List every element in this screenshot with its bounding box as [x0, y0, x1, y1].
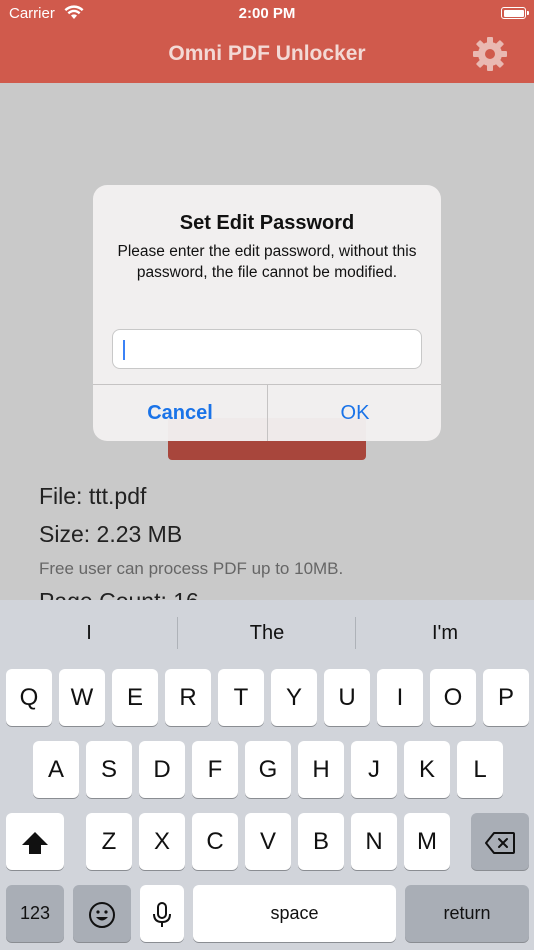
microphone-icon	[153, 901, 171, 927]
key-a[interactable]: A	[33, 741, 79, 798]
key-d[interactable]: D	[139, 741, 185, 798]
key-h[interactable]: H	[298, 741, 344, 798]
suggestion-3[interactable]: I'm	[356, 600, 534, 666]
key-n[interactable]: N	[351, 813, 397, 870]
password-dialog: Set Edit Password Please enter the edit …	[93, 185, 441, 441]
suggestion-2[interactable]: The	[178, 600, 356, 666]
key-f[interactable]: F	[192, 741, 238, 798]
key-b[interactable]: B	[298, 813, 344, 870]
key-x[interactable]: X	[139, 813, 185, 870]
nav-bar: Omni PDF Unlocker	[0, 28, 534, 83]
key-c[interactable]: C	[192, 813, 238, 870]
keyboard: I The I'm Q W E R T Y U I O P A S D F G …	[0, 600, 534, 950]
key-e[interactable]: E	[112, 669, 158, 726]
key-u[interactable]: U	[324, 669, 370, 726]
key-q[interactable]: Q	[6, 669, 52, 726]
emoji-icon	[89, 901, 115, 928]
free-user-note: Free user can process PDF up to 10MB.	[39, 559, 344, 578]
key-l[interactable]: L	[457, 741, 503, 798]
key-t[interactable]: T	[218, 669, 264, 726]
page-count: Page Count: 16	[39, 588, 199, 600]
file-name: File: ttt.pdf	[39, 483, 147, 509]
battery-icon	[501, 7, 529, 19]
key-y[interactable]: Y	[271, 669, 317, 726]
suggestion-1[interactable]: I	[0, 600, 178, 666]
password-input[interactable]	[112, 329, 422, 369]
key-k[interactable]: K	[404, 741, 450, 798]
backspace-icon	[485, 831, 515, 854]
key-i[interactable]: I	[377, 669, 423, 726]
space-key[interactable]: space	[193, 885, 396, 942]
app-title: Omni PDF Unlocker	[168, 42, 366, 65]
ok-button[interactable]: OK	[268, 385, 441, 441]
file-size: Size: 2.23 MB	[39, 521, 183, 547]
key-v[interactable]: V	[245, 813, 291, 870]
cancel-button[interactable]: Cancel	[93, 385, 267, 441]
status-bar: Carrier 2:00 PM	[0, 0, 534, 28]
shift-key[interactable]	[6, 813, 64, 870]
key-s[interactable]: S	[86, 741, 132, 798]
dictation-key[interactable]	[140, 885, 184, 942]
key-w[interactable]: W	[59, 669, 105, 726]
key-p[interactable]: P	[483, 669, 529, 726]
key-m[interactable]: M	[404, 813, 450, 870]
emoji-key[interactable]	[73, 885, 131, 942]
key-r[interactable]: R	[165, 669, 211, 726]
shift-icon	[22, 831, 48, 854]
key-o[interactable]: O	[430, 669, 476, 726]
key-z[interactable]: Z	[86, 813, 132, 870]
status-time: 2:00 PM	[238, 5, 296, 22]
numbers-key[interactable]: 123	[6, 885, 64, 942]
dialog-title: Set Edit Password	[179, 212, 355, 234]
gear-icon[interactable]	[470, 34, 510, 74]
dialog-message: Please enter the edit password, without …	[117, 243, 417, 281]
key-g[interactable]: G	[245, 741, 291, 798]
return-key[interactable]: return	[405, 885, 529, 942]
text-caret	[123, 340, 125, 360]
key-j[interactable]: J	[351, 741, 397, 798]
backspace-key[interactable]	[471, 813, 529, 870]
